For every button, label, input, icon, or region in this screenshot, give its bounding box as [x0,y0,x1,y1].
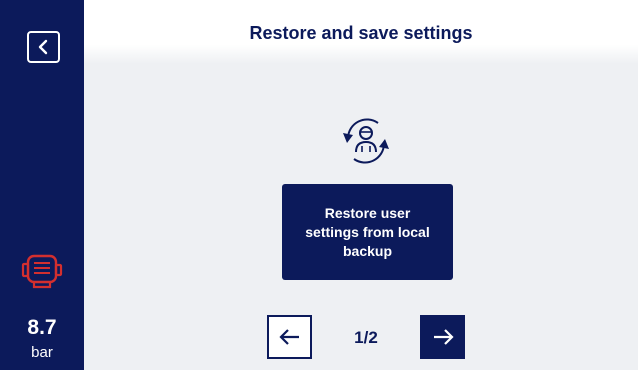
arrow-right-icon [433,329,454,345]
pressure-unit: bar [31,344,53,361]
restore-user-icon [343,118,389,164]
restore-user-settings-label: Restore user settings from local backup [305,204,430,259]
restore-user-settings-button[interactable]: Restore user settings from local backup [282,184,453,280]
page-indicator: 1/2 [354,328,378,347]
arrow-left-icon [278,329,299,345]
header: Restore and save settings [84,0,638,64]
sidebar: 8.7 bar [0,0,84,370]
chevron-left-icon [38,39,47,55]
back-button[interactable] [27,31,60,63]
next-page-button[interactable] [420,315,465,359]
page-title: Restore and save settings [249,23,473,43]
pressure-value: 8.7 [27,316,57,339]
motor-icon [21,254,63,289]
previous-page-button[interactable] [267,315,312,359]
